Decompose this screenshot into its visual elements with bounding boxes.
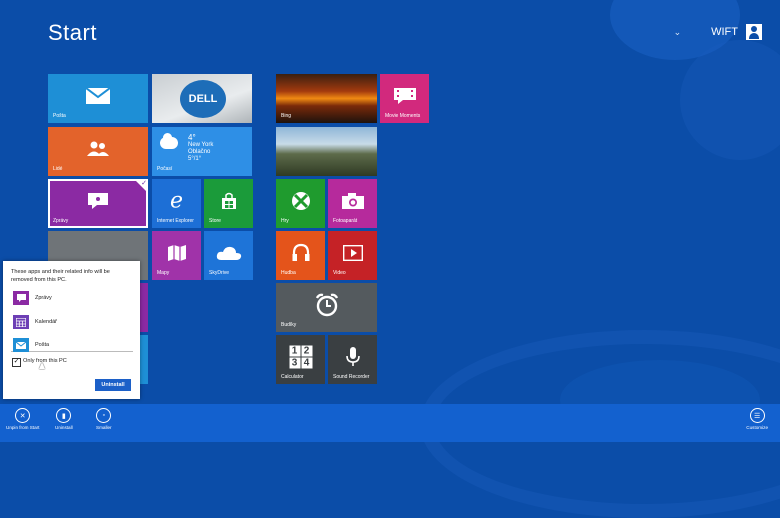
tile-label: Store <box>209 218 221 224</box>
ie-icon: e <box>169 188 184 214</box>
tile-weather[interactable]: 4° New York Oblačno 5°/1° Počasí <box>152 127 252 176</box>
tile-dell-photo[interactable]: DELL <box>152 74 252 123</box>
tile-label: Video <box>333 270 346 276</box>
tile-label: Počasí <box>157 166 173 172</box>
uninstall-app-item: Kalendář <box>13 315 57 329</box>
smaller-button[interactable]: ▫ Smaller <box>96 408 112 430</box>
mail-icon <box>86 88 110 105</box>
user-name: WIFT <box>711 26 738 38</box>
cloud-icon <box>216 246 241 261</box>
tile-store[interactable]: Store <box>204 179 253 228</box>
weather-temp: 4° <box>188 133 196 142</box>
tile-label: Hry <box>281 218 289 224</box>
weather-condition: Oblačno <box>188 149 211 155</box>
tile-movie-moments[interactable]: Movie Moments <box>380 74 429 123</box>
tile-mail[interactable]: Pošta <box>48 74 148 123</box>
tile-hidden-purple[interactable] <box>140 283 148 332</box>
selected-check-icon: ✓ <box>134 179 148 193</box>
movie-icon <box>393 88 416 105</box>
video-icon <box>342 245 363 262</box>
app-bar: ✕ Unpin from Start ▮ Uninstall ▫ Smaller… <box>0 404 780 442</box>
uninstall-appbar-button[interactable]: ▮ Uninstall <box>55 408 73 430</box>
people-icon <box>87 141 109 157</box>
tile-sound-recorder[interactable]: Sound Recorder <box>328 335 377 384</box>
tile-people[interactable]: Lidé <box>48 127 148 176</box>
uninstall-flyout: These apps and their related info will b… <box>3 261 140 399</box>
uninstall-message: These apps and their related info will b… <box>11 269 110 283</box>
tile-skydrive[interactable]: SkyDrive <box>204 231 253 280</box>
tile-games[interactable]: Hry <box>276 179 325 228</box>
tile-alarms[interactable]: Budíky <box>276 283 377 332</box>
mouse-cursor-icon <box>39 362 45 369</box>
tile-travel-photo[interactable] <box>276 127 377 176</box>
tile-label: Calculator <box>281 374 304 380</box>
tile-label: Hudba <box>281 270 296 276</box>
chevron-down-icon[interactable]: ⌄ <box>674 27 682 38</box>
customize-button[interactable]: ☰ Customize <box>746 408 768 430</box>
tile-label: Movie Moments <box>385 113 421 119</box>
headphones-icon <box>292 243 309 262</box>
tile-maps[interactable]: Mapy <box>152 231 201 280</box>
uninstall-app-item: Pošta <box>13 338 49 352</box>
tile-label: Lidé <box>53 166 63 172</box>
only-from-this-pc-checkbox[interactable]: ✓ <box>12 358 21 367</box>
tile-camera[interactable]: Fotoaparát <box>328 179 377 228</box>
calendar-icon <box>13 315 29 329</box>
uninstall-app-item: Zprávy <box>13 291 52 305</box>
store-icon <box>221 192 236 210</box>
tile-music[interactable]: Hudba <box>276 231 325 280</box>
messaging-icon <box>88 193 108 210</box>
calculator-icon: 1 2 3 4 <box>289 345 312 369</box>
tile-bing[interactable]: Bing <box>276 74 377 123</box>
trash-icon: ▮ <box>56 408 72 423</box>
avatar <box>746 24 762 40</box>
list-icon: ☰ <box>749 408 765 423</box>
weather-range: 5°/1° <box>188 156 202 162</box>
tile-label: Bing <box>281 113 292 119</box>
maps-icon <box>167 245 186 262</box>
tile-messaging[interactable]: ✓ Zprávy <box>48 179 148 228</box>
unpin-icon: ✕ <box>15 408 31 423</box>
xbox-icon <box>291 192 310 211</box>
tile-internet-explorer[interactable]: e Internet Explorer <box>152 179 201 228</box>
user-account[interactable]: ⌄ WIFT <box>674 24 762 40</box>
resize-icon: ▫ <box>96 408 112 423</box>
weather-city: New York <box>188 142 214 148</box>
mail-icon <box>13 338 29 352</box>
dell-logo: DELL <box>180 80 226 118</box>
tile-label: Internet Explorer <box>157 218 194 224</box>
tile-label: Mapy <box>157 270 170 276</box>
tile-label: SkyDrive <box>209 270 230 276</box>
microphone-icon <box>345 347 360 367</box>
uninstall-button[interactable]: Uninstall <box>95 379 131 391</box>
tile-label: Fotoaparát <box>333 218 358 224</box>
background-decoration <box>680 40 780 160</box>
tile-hidden-blue[interactable] <box>140 335 148 384</box>
tile-label: Sound Recorder <box>333 374 370 380</box>
tile-video[interactable]: Video <box>328 231 377 280</box>
start-title: Start <box>48 20 97 45</box>
alarm-clock-icon <box>315 293 338 317</box>
messaging-icon <box>13 291 29 305</box>
tile-calculator[interactable]: 1 2 3 4 Calculator <box>276 335 325 384</box>
unpin-button[interactable]: ✕ Unpin from Start <box>6 408 39 430</box>
tile-label: Budíky <box>281 322 297 328</box>
tile-label: Pošta <box>53 113 66 119</box>
tile-label: Zprávy <box>53 218 69 224</box>
camera-icon <box>341 193 364 210</box>
weather-icon <box>160 133 178 149</box>
